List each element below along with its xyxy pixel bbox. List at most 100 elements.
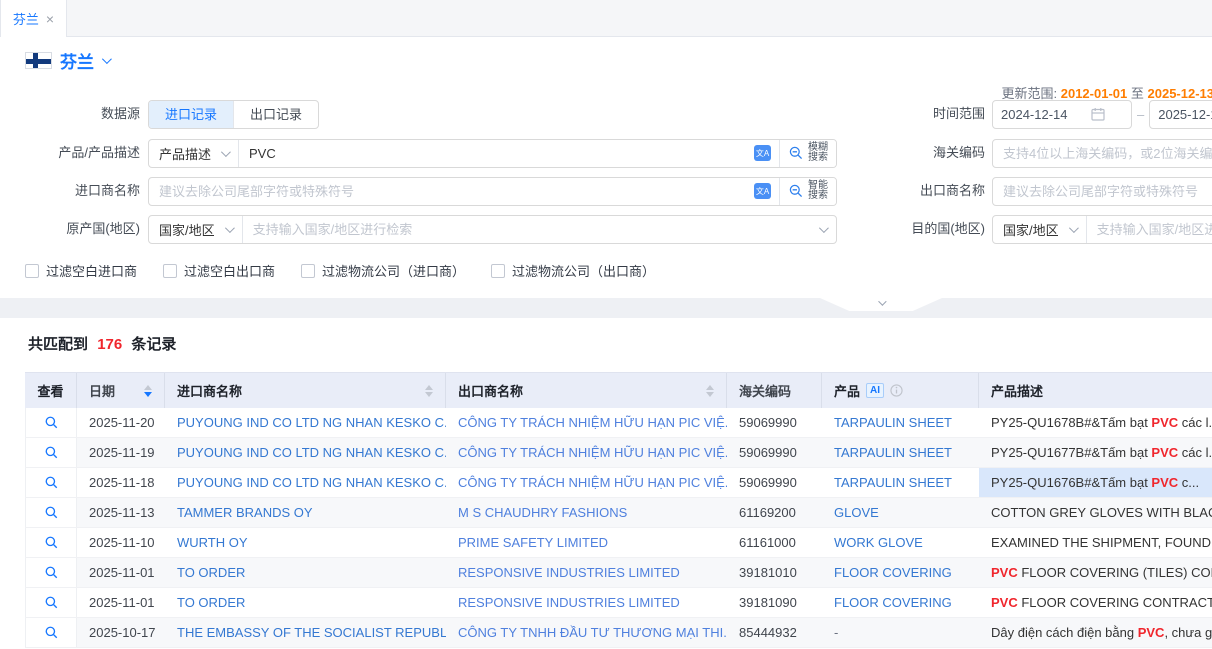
product-cell: FLOOR COVERING xyxy=(822,558,979,587)
view-cell xyxy=(25,498,77,527)
date-to-field[interactable] xyxy=(1149,100,1212,129)
importer-link[interactable]: TO ORDER xyxy=(177,595,245,610)
product-type-select-value: 产品描述 xyxy=(159,144,211,163)
product-link[interactable]: TARPAULIN SHEET xyxy=(834,475,952,490)
product-link[interactable]: WORK GLOVE xyxy=(834,535,923,550)
exporter-link[interactable]: CÔNG TY TRÁCH NHIỆM HỮU HẠN PIC VIỆ... xyxy=(458,445,727,460)
chevron-down-icon xyxy=(102,54,112,64)
view-search-icon[interactable] xyxy=(44,535,59,550)
view-search-icon[interactable] xyxy=(44,445,59,460)
checkbox-filter-logistics-exporter[interactable]: 过滤物流公司（出口商） xyxy=(491,261,655,280)
sort-control-exporter[interactable] xyxy=(698,385,714,397)
exporter-label: 出口商名称 xyxy=(890,176,985,206)
product-link[interactable]: FLOOR COVERING xyxy=(834,565,952,580)
filter-row-origin: 原产国(地区) 国家/地区 目的国(地区) 国家/地区 xyxy=(0,214,1212,244)
view-search-icon[interactable] xyxy=(44,625,59,640)
destination-search-input[interactable] xyxy=(1087,216,1212,243)
smart-search-button[interactable]: 智能搜索 xyxy=(779,178,836,205)
view-search-icon[interactable] xyxy=(44,595,59,610)
date-to-input[interactable] xyxy=(1158,107,1212,122)
date-from-input[interactable] xyxy=(1001,107,1091,122)
tab-close-icon[interactable]: × xyxy=(46,12,54,26)
product-type-select[interactable]: 产品描述 xyxy=(149,140,239,167)
exporter-link[interactable]: CÔNG TY TRÁCH NHIỆM HỮU HẠN PIC VIỆ... xyxy=(458,415,727,430)
description-cell[interactable]: PY25-QU1676B#&Tấm bạt PVC c... 文A xyxy=(979,468,1212,497)
product-cell: TARPAULIN SHEET xyxy=(822,438,979,467)
checkbox-icon[interactable] xyxy=(301,264,315,278)
chevron-down-icon xyxy=(819,223,829,233)
view-search-icon[interactable] xyxy=(44,415,59,430)
column-header-date[interactable]: 日期 xyxy=(77,373,165,408)
exporter-link[interactable]: M S CHAUDHRY FASHIONS xyxy=(458,505,627,520)
table-header: 查看 日期 进口商名称 出口商名称 海关编码 产品 AI xyxy=(25,372,1212,408)
description-cell[interactable]: PY25-QU1677B#&Tấm bạt PVC các l... 文A xyxy=(979,438,1212,467)
checkbox-filter-blank-exporter[interactable]: 过滤空白出口商 xyxy=(163,261,275,280)
column-header-product: 产品 AI xyxy=(822,373,979,408)
translate-icon[interactable]: 文A xyxy=(754,145,771,161)
importer-link[interactable]: TO ORDER xyxy=(177,565,245,580)
exporter-link[interactable]: CÔNG TY TNHH ĐẦU TƯ THƯƠNG MẠI THI... xyxy=(458,625,727,640)
importer-link[interactable]: WURTH OY xyxy=(177,535,248,550)
summary-suffix: 条记录 xyxy=(131,336,176,353)
importer-link[interactable]: PUYOUNG IND CO LTD NG NHAN KESKO C... xyxy=(177,415,446,430)
exporter-link[interactable]: PRIME SAFETY LIMITED xyxy=(458,535,608,550)
description-cell[interactable]: EXAMINED THE SHIPMENT, FOUND ... 文A xyxy=(979,528,1212,557)
product-link[interactable]: GLOVE xyxy=(834,505,879,520)
view-search-icon[interactable] xyxy=(44,505,59,520)
product-link[interactable]: TARPAULIN SHEET xyxy=(834,415,952,430)
country-selector[interactable]: 芬兰 xyxy=(25,48,109,73)
checkbox-icon[interactable] xyxy=(163,264,177,278)
importer-cell: TO ORDER xyxy=(165,588,446,617)
sort-control-importer[interactable] xyxy=(417,385,433,397)
translate-icon[interactable]: 文A xyxy=(754,183,771,199)
tab-finland[interactable]: 芬兰 × xyxy=(0,0,67,37)
description-cell[interactable]: COTTON GREY GLOVES WITH BLACK... 文A xyxy=(979,498,1212,527)
importer-link[interactable]: PUYOUNG IND CO LTD NG NHAN KESKO C... xyxy=(177,445,446,460)
product-link[interactable]: FLOOR COVERING xyxy=(834,595,952,610)
info-icon[interactable] xyxy=(890,384,903,397)
exporter-input[interactable] xyxy=(993,178,1212,205)
collapse-panel-handle[interactable] xyxy=(820,298,942,311)
description-cell[interactable]: Dây điện cách điện bằng PVC, chưa g... 文… xyxy=(979,618,1212,647)
origin-search-input[interactable] xyxy=(243,216,819,243)
table-row: 2025-11-18 PUYOUNG IND CO LTD NG NHAN KE… xyxy=(25,468,1212,498)
view-cell xyxy=(25,468,77,497)
checkbox-icon[interactable] xyxy=(25,264,39,278)
importer-link[interactable]: PUYOUNG IND CO LTD NG NHAN KESKO C... xyxy=(177,475,446,490)
importer-input[interactable] xyxy=(149,178,754,205)
date-cell: 2025-11-20 xyxy=(77,408,165,437)
column-header-importer[interactable]: 进口商名称 xyxy=(165,373,446,408)
datasource-option-import[interactable]: 进口记录 xyxy=(149,101,233,128)
importer-link[interactable]: THE EMBASSY OF THE SOCIALIST REPUBLIC... xyxy=(177,625,446,640)
column-header-exporter[interactable]: 出口商名称 xyxy=(446,373,727,408)
origin-type-select[interactable]: 国家/地区 xyxy=(149,216,243,243)
checkbox-label: 过滤空白出口商 xyxy=(184,261,275,280)
product-search-input[interactable] xyxy=(239,140,754,167)
trade-data-app: { "tab": { "title": "芬兰", "close_icon": … xyxy=(0,0,1212,649)
description-cell[interactable]: PY25-QU1678B#&Tấm bạt PVC các l... 文A xyxy=(979,408,1212,437)
date-cell: 2025-10-17 xyxy=(77,618,165,647)
product-link[interactable]: TARPAULIN SHEET xyxy=(834,445,952,460)
description-cell[interactable]: PVC FLOOR COVERING CONTRACT F... 文A xyxy=(979,588,1212,617)
view-search-icon[interactable] xyxy=(44,475,59,490)
description-cell[interactable]: PVC FLOOR COVERING (TILES) CONT... 文A xyxy=(979,558,1212,587)
date-from-field[interactable] xyxy=(992,100,1132,129)
product-cell: WORK GLOVE xyxy=(822,528,979,557)
product-cell: TARPAULIN SHEET xyxy=(822,468,979,497)
hscode-input[interactable] xyxy=(993,140,1212,167)
datasource-option-export[interactable]: 出口记录 xyxy=(233,101,318,128)
sort-control-date[interactable] xyxy=(136,385,152,397)
exporter-link[interactable]: CÔNG TY TRÁCH NHIỆM HỮU HẠN PIC VIỆ... xyxy=(458,475,727,490)
origin-input-group: 国家/地区 xyxy=(148,215,837,244)
exporter-link[interactable]: RESPONSIVE INDUSTRIES LIMITED xyxy=(458,595,680,610)
results-panel: 共匹配到 176 条记录 查看 日期 进口商名称 出口商名称 海关编码 xyxy=(0,318,1212,649)
importer-cell: TO ORDER xyxy=(165,558,446,587)
checkbox-filter-blank-importer[interactable]: 过滤空白进口商 xyxy=(25,261,137,280)
importer-link[interactable]: TAMMER BRANDS OY xyxy=(177,505,313,520)
destination-type-select[interactable]: 国家/地区 xyxy=(993,216,1087,243)
checkbox-icon[interactable] xyxy=(491,264,505,278)
checkbox-filter-logistics-importer[interactable]: 过滤物流公司（进口商） xyxy=(301,261,465,280)
exporter-link[interactable]: RESPONSIVE INDUSTRIES LIMITED xyxy=(458,565,680,580)
view-search-icon[interactable] xyxy=(44,565,59,580)
fuzzy-search-button[interactable]: 模糊搜索 xyxy=(779,140,836,167)
